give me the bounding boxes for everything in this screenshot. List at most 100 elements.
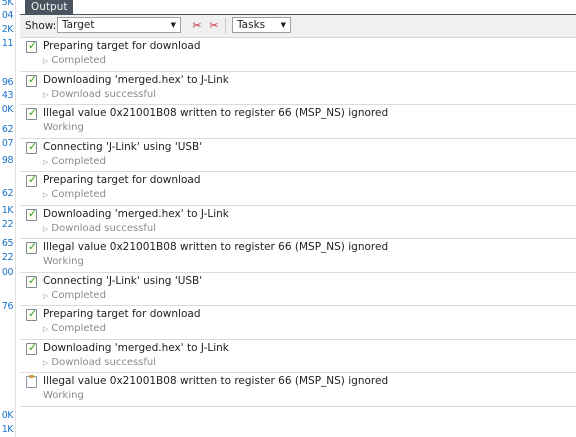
entry-detail: ▷ Download successful	[43, 223, 156, 234]
entry-detail: ▷ Completed	[43, 156, 106, 167]
clear-red-icon[interactable]: ✂	[190, 19, 204, 33]
output-entry[interactable]: ✓ Illegal value 0x21001B08 written to reg…	[20, 105, 576, 139]
left-gutter: 5K 04 2K 11 96 43 0K 62 07 98 62 1K 22 6…	[0, 0, 16, 437]
clipboard-check-icon: ✓	[26, 240, 38, 254]
entry-detail: ▷ Completed	[43, 323, 106, 334]
entry-detail-text: Download successful	[51, 356, 157, 368]
gutter-value: 0K	[1, 104, 14, 115]
entry-detail: ▷ Completed	[43, 55, 106, 66]
gutter-value: 96	[1, 77, 14, 88]
entry-message: Downloading 'merged.hex' to J-Link	[43, 207, 229, 220]
entry-detail: ▷ Download successful	[43, 89, 156, 100]
gutter-value: 5K	[1, 0, 14, 8]
check-icon: ✓	[28, 39, 38, 52]
check-icon: ✓	[28, 307, 38, 320]
gutter-value: 22	[1, 252, 14, 263]
clipboard-check-icon: ✓	[26, 72, 38, 87]
entry-message: Illegal value 0x21001B08 written to regi…	[43, 241, 389, 253]
entry-detail: Working	[43, 390, 84, 401]
check-icon: ✓	[28, 340, 38, 354]
entry-detail: ▷ Download successful	[43, 357, 156, 368]
output-entry[interactable]: ✓ Illegal value 0x21001B08 written to reg…	[20, 239, 576, 273]
clipboard-check-icon: ✓	[26, 139, 38, 154]
entry-message: Connecting 'J-Link' using 'USB'	[43, 140, 203, 153]
expand-icon[interactable]: ▷	[43, 57, 48, 65]
entry-message: Downloading 'merged.hex' to J-Link	[43, 73, 229, 86]
output-panel: Output Show: Target ▼ ✂ ✂ Tasks ▼ ✓ Prepa…	[20, 0, 576, 437]
entry-detail-text: Download successful	[51, 88, 157, 100]
tasks-select-value: Tasks	[237, 19, 266, 31]
output-entry[interactable]: ✓ Downloading 'merged.hex' to J-Link ▷ Down…	[20, 206, 576, 239]
expand-icon[interactable]: ▷	[43, 91, 48, 99]
check-icon: ✓	[28, 173, 38, 186]
entry-message: Preparing target for download	[43, 308, 201, 320]
expand-icon[interactable]: ▷	[43, 292, 48, 300]
output-entry[interactable]: ✓ Preparing target for download ▷ Completed	[20, 172, 576, 206]
entry-detail-text: Working	[43, 390, 84, 401]
expand-icon[interactable]: ▷	[43, 325, 48, 333]
entry-message: Preparing target for download	[43, 40, 201, 52]
gutter-value: 62	[1, 188, 14, 199]
gutter-value: 76	[1, 301, 14, 312]
chevron-down-icon: ▼	[280, 21, 286, 29]
clipboard-check-icon: ✓	[26, 307, 38, 321]
expand-icon[interactable]: ▷	[43, 225, 48, 233]
check-icon: ✓	[28, 106, 38, 119]
check-icon: ✓	[28, 139, 38, 153]
entry-message: Connecting 'J-Link' using 'USB'	[43, 274, 203, 287]
gutter-value: 11	[1, 38, 14, 49]
gutter-value: 43	[1, 90, 14, 101]
gutter-value: 07	[1, 138, 14, 149]
entry-detail: Working	[43, 122, 84, 133]
output-entry[interactable]: ✓ Connecting 'J-Link' using 'USB' ▷ Complet…	[20, 139, 576, 172]
gutter-value: 65	[1, 238, 14, 249]
clipboard-check-icon: ✓	[26, 39, 38, 53]
clipboard-check-icon: ✓	[26, 273, 38, 288]
output-entry[interactable]: ✓ Preparing target for download ▷ Completed	[20, 38, 576, 72]
source-select[interactable]: Target ▼	[57, 17, 181, 33]
expand-icon[interactable]: ▷	[43, 158, 48, 166]
expand-icon[interactable]: ▷	[43, 359, 48, 367]
gutter-value: 2K	[1, 24, 14, 35]
entry-detail-text: Completed	[51, 323, 106, 334]
gutter-value: 62	[1, 124, 14, 135]
gutter-value: 1K	[1, 424, 14, 435]
entry-message: Downloading 'merged.hex' to J-Link	[43, 341, 229, 354]
clear-all-red-icon[interactable]: ✂	[207, 19, 221, 33]
output-entry[interactable]: ✓ Downloading 'merged.hex' to J-Link ▷ Down…	[20, 340, 576, 373]
toolbar-separator	[225, 18, 226, 34]
entry-detail-text: Working	[43, 122, 84, 133]
output-toolbar: Show: Target ▼ ✂ ✂ Tasks ▼	[20, 15, 576, 38]
clipboard-check-icon: ✓	[26, 106, 38, 120]
entry-message: Illegal value 0x21001B08 written to regi…	[43, 107, 389, 119]
entry-detail-text: Completed	[51, 289, 106, 301]
entry-detail: Working	[43, 256, 84, 267]
gutter-value: 0K	[1, 410, 14, 421]
check-icon: ✓	[28, 72, 38, 86]
entry-detail-text: Completed	[51, 155, 106, 167]
entry-detail: ▷ Completed	[43, 290, 106, 301]
show-label: Show:	[25, 20, 57, 32]
output-entry[interactable]: ✓ Connecting 'J-Link' using 'USB' ▷ Complet…	[20, 273, 576, 306]
output-entry[interactable]: Illegal value 0x21001B08 written to regi…	[20, 373, 576, 407]
output-entry[interactable]: ✓ Downloading 'merged.hex' to J-Link ▷ Down…	[20, 72, 576, 105]
output-list: ✓ Preparing target for download ▷ Completed…	[20, 38, 576, 407]
clipboard-check-icon: ✓	[26, 207, 37, 221]
gutter-value: 1K	[1, 205, 14, 216]
check-icon: ✓	[28, 240, 38, 253]
gutter-value: 04	[1, 10, 14, 21]
output-panel-title[interactable]: Output	[25, 0, 74, 14]
source-select-value: Target	[62, 19, 95, 31]
chevron-down-icon: ▼	[170, 21, 176, 29]
entry-detail-text: Completed	[51, 189, 106, 200]
expand-icon[interactable]: ▷	[43, 191, 48, 199]
entry-detail-text: Working	[43, 256, 84, 267]
output-entry[interactable]: ✓ Preparing target for download ▷ Completed	[20, 306, 576, 340]
gutter-value: 98	[1, 155, 14, 166]
clipboard-check-icon: ✓	[26, 173, 38, 187]
entry-detail: ▷ Completed	[43, 189, 106, 200]
entry-message: Preparing target for download	[43, 174, 201, 186]
check-icon: ✓	[28, 273, 38, 287]
entry-detail-text: Download successful	[51, 222, 157, 234]
tasks-select[interactable]: Tasks ▼	[232, 17, 291, 33]
